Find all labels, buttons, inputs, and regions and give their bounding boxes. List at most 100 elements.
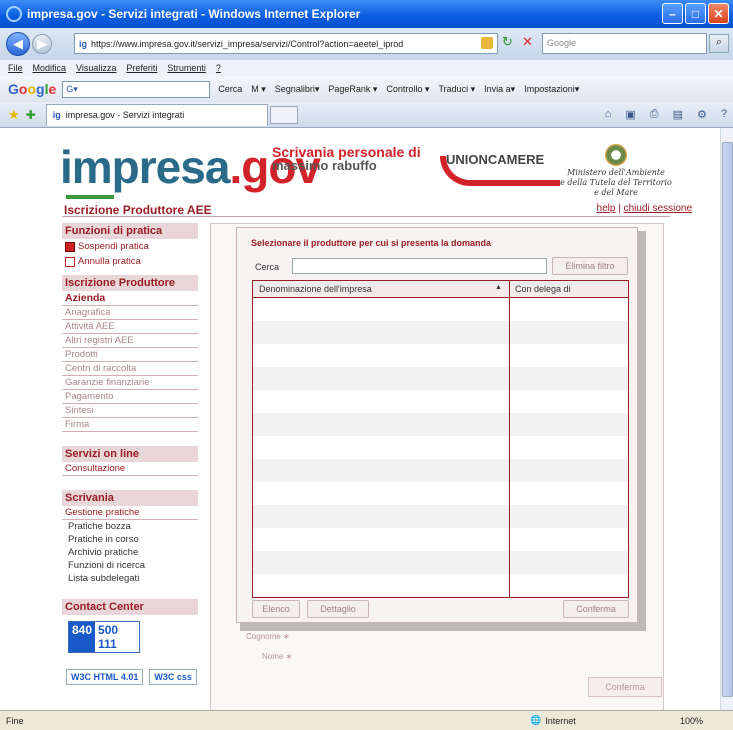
controllo-button[interactable]: Controllo ▾	[386, 84, 429, 95]
dettaglio-button[interactable]: Dettaglio	[307, 600, 369, 618]
logout-link[interactable]: chiudi sessione	[624, 203, 692, 214]
menu-help[interactable]: ?	[216, 63, 221, 73]
sidebar-step[interactable]: Firma	[62, 418, 198, 432]
help-icon[interactable]: ?	[721, 108, 727, 121]
menu-visualizza[interactable]: Visualizza	[76, 63, 116, 73]
sidebar-step[interactable]: Pagamento	[62, 390, 198, 404]
help-link[interactable]: help	[597, 203, 616, 214]
google-cerca-button[interactable]: Cerca	[218, 84, 242, 94]
table-row[interactable]	[253, 321, 628, 344]
menu-strumenti[interactable]: Strumenti	[167, 63, 206, 73]
impostazioni-button[interactable]: Impostazioni▾	[524, 84, 579, 95]
tab-impresa[interactable]: ig impresa.gov - Servizi integrati	[45, 103, 268, 126]
window-titlebar: impresa.gov - Servizi integrati - Window…	[0, 0, 733, 28]
table-row[interactable]	[253, 390, 628, 413]
table-row[interactable]	[253, 436, 628, 459]
table-row[interactable]	[253, 574, 628, 597]
table-row[interactable]	[253, 505, 628, 528]
menu-modifica[interactable]: Modifica	[33, 63, 67, 73]
sidebar-item-pratiche[interactable]: Lista subdelegati	[62, 572, 198, 585]
gmail-button[interactable]: M ▾	[251, 84, 266, 95]
search-icon[interactable]: ⌕	[709, 34, 729, 53]
stop-icon[interactable]: ✕	[522, 35, 538, 51]
top-links: help | chiudi sessione	[596, 203, 692, 214]
table-row[interactable]	[253, 298, 628, 321]
add-favorite-icon[interactable]: ✚	[26, 108, 36, 122]
sidebar-heading-scrivania: Scrivania	[62, 490, 198, 506]
sidebar-heading-iscrizione: Iscrizione Produttore	[62, 275, 198, 291]
table-row[interactable]	[253, 459, 628, 482]
sidebar-item-azienda[interactable]: Azienda	[62, 291, 198, 306]
table-row[interactable]	[253, 344, 628, 367]
w3c-css-badge[interactable]: W3C css	[149, 669, 197, 685]
address-input[interactable]: ig https://www.impresa.gov.it/servizi_im…	[74, 33, 498, 54]
w3c-html-badge[interactable]: W3C HTML 4.01	[66, 669, 144, 685]
new-tab-button[interactable]	[269, 105, 298, 124]
maximize-button[interactable]: □	[685, 3, 706, 24]
sidebar-step[interactable]: Altri registri AEE	[62, 334, 198, 348]
invia-button[interactable]: Invia a▾	[484, 84, 515, 95]
page-scrollbar[interactable]	[720, 128, 733, 710]
page-title: Iscrizione Produttore AEE	[64, 203, 212, 217]
table-header: Denominazione dell'impresa ▲ Con delega …	[253, 281, 628, 298]
sidebar-item-annulla[interactable]: Annulla pratica	[62, 254, 198, 269]
segnalibri-button[interactable]: Segnalibri▾	[275, 84, 320, 95]
table-row[interactable]	[253, 551, 628, 574]
back-button[interactable]: ◀	[6, 32, 30, 56]
google-logo: Google	[8, 81, 57, 97]
sort-asc-icon[interactable]: ▲	[495, 284, 502, 291]
producer-select-dialog: Selezionare il produttore per cui si pre…	[236, 227, 638, 623]
home-icon[interactable]: ⌂	[605, 108, 612, 121]
column-separator	[509, 281, 510, 597]
sidebar-item-sospendi[interactable]: Sospendi pratica	[62, 239, 198, 254]
sidebar-step[interactable]: Anagrafica	[62, 306, 198, 320]
sidebar-item-pratiche[interactable]: Funzioni di ricerca	[62, 559, 198, 572]
tools-icon[interactable]: ⚙	[697, 108, 707, 121]
traduci-button[interactable]: Traduci ▾	[438, 84, 475, 95]
feeds-icon[interactable]: ▣	[625, 108, 635, 121]
tab-title: impresa.gov - Servizi integrati	[65, 110, 185, 120]
table-row[interactable]	[253, 482, 628, 505]
menu-preferiti[interactable]: Preferiti	[126, 63, 157, 73]
sidebar-item-pratiche[interactable]: Archivio pratiche	[62, 546, 198, 559]
search-input[interactable]: Google	[542, 33, 707, 54]
menu-file[interactable]: File	[8, 63, 23, 73]
sidebar-step[interactable]: Sintesi	[62, 404, 198, 418]
clear-filter-button[interactable]: Elimina filtro	[552, 257, 628, 275]
sidebar-item-gestione[interactable]: Gestione pratiche	[62, 506, 198, 520]
refresh-icon[interactable]: ↻	[502, 35, 518, 51]
logo-underline	[66, 195, 114, 199]
conferma-button[interactable]: Conferma	[563, 600, 629, 618]
sidebar-item-pratiche[interactable]: Pratiche bozza	[62, 520, 198, 533]
menu-bar: File Modifica Visualizza Preferiti Strum…	[0, 60, 733, 76]
close-window-button[interactable]: ✕	[708, 3, 729, 24]
sidebar-step[interactable]: Attività AEE	[62, 320, 198, 334]
sidebar-item-pratiche[interactable]: Pratiche in corso	[62, 533, 198, 546]
table-row[interactable]	[253, 367, 628, 390]
lock-icon[interactable]	[481, 37, 493, 49]
security-zone[interactable]: 🌐 Internet	[530, 715, 576, 726]
cognome-label: Cognome ∗	[246, 632, 290, 641]
dialog-search-input[interactable]	[292, 258, 547, 274]
column-header-delega[interactable]: Con delega di	[515, 284, 571, 294]
background-conferma-button[interactable]: Conferma	[588, 677, 662, 697]
favorites-star-icon[interactable]: ★	[8, 107, 20, 123]
user-desk-title: Scrivania personale di massimo rabuffo	[272, 144, 421, 173]
page-icon[interactable]: ▤	[673, 108, 683, 121]
sidebar-step[interactable]: Garanzie finanziarie	[62, 376, 198, 390]
table-row[interactable]	[253, 413, 628, 436]
pagerank-button[interactable]: PageRank ▾	[328, 84, 377, 95]
zoom-level[interactable]: 100%	[680, 716, 703, 726]
minimize-button[interactable]: –	[662, 3, 683, 24]
sidebar-step[interactable]: Prodotti	[62, 348, 198, 362]
google-search-input[interactable]: G▾	[62, 80, 211, 98]
column-header-denominazione[interactable]: Denominazione dell'impresa	[259, 284, 372, 294]
print-icon[interactable]: ⎙	[650, 108, 659, 121]
sidebar-item-consultazione[interactable]: Consultazione	[62, 462, 198, 476]
table-row[interactable]	[253, 528, 628, 551]
sidebar-step[interactable]: Centri di raccolta	[62, 362, 198, 376]
forward-button[interactable]: ▶	[32, 34, 52, 54]
scrollbar-thumb[interactable]	[722, 142, 733, 697]
url-text: https://www.impresa.gov.it/servizi_impre…	[91, 38, 404, 49]
elenco-button[interactable]: Elenco	[252, 600, 300, 618]
